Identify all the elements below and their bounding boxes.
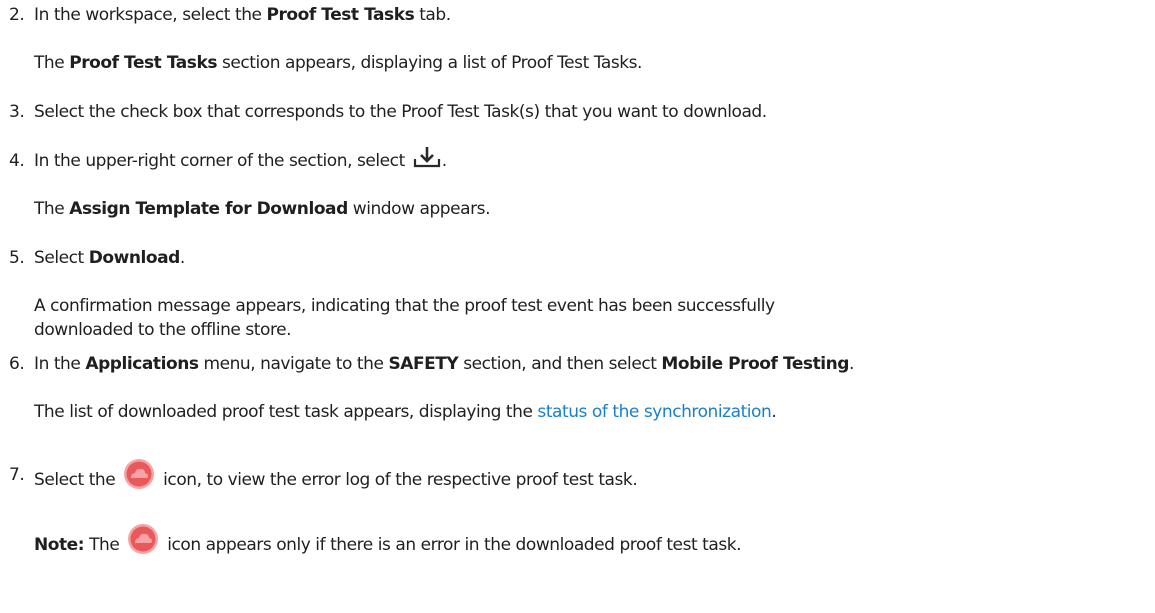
error-cloud-icon — [126, 522, 160, 556]
step-number: 2. — [9, 5, 25, 25]
step-number: 7. — [9, 465, 25, 485]
synchronization-status-link[interactable]: status of the synchronization — [537, 402, 771, 422]
step-text: Select the icon, to view the error log o… — [34, 459, 638, 497]
step-text: In the upper-right corner of the section… — [34, 147, 447, 173]
step-number: 6. — [9, 354, 25, 374]
step-result: The list of downloaded proof test task a… — [34, 402, 777, 422]
download-icon — [412, 145, 442, 169]
step-number: 4. — [9, 151, 25, 171]
step-result-line-1: A confirmation message appears, indicati… — [34, 296, 775, 316]
step-text: In the Applications menu, navigate to th… — [34, 354, 854, 374]
note: Note: The icon appears only if there is … — [34, 524, 742, 562]
step-result: The Proof Test Tasks section appears, di… — [34, 53, 643, 73]
step-number: 5. — [9, 248, 25, 268]
error-cloud-icon — [122, 457, 156, 491]
step-text: Select the check box that corresponds to… — [34, 102, 767, 122]
step-result-line-2: downloaded to the offline store. — [34, 320, 292, 340]
step-result: The Assign Template for Download window … — [34, 199, 491, 219]
step-text: In the workspace, select the Proof Test … — [34, 5, 451, 25]
procedure-page: 2. In the workspace, select the Proof Te… — [0, 0, 1155, 613]
step-text: Select Download. — [34, 248, 185, 268]
step-number: 3. — [9, 102, 25, 122]
